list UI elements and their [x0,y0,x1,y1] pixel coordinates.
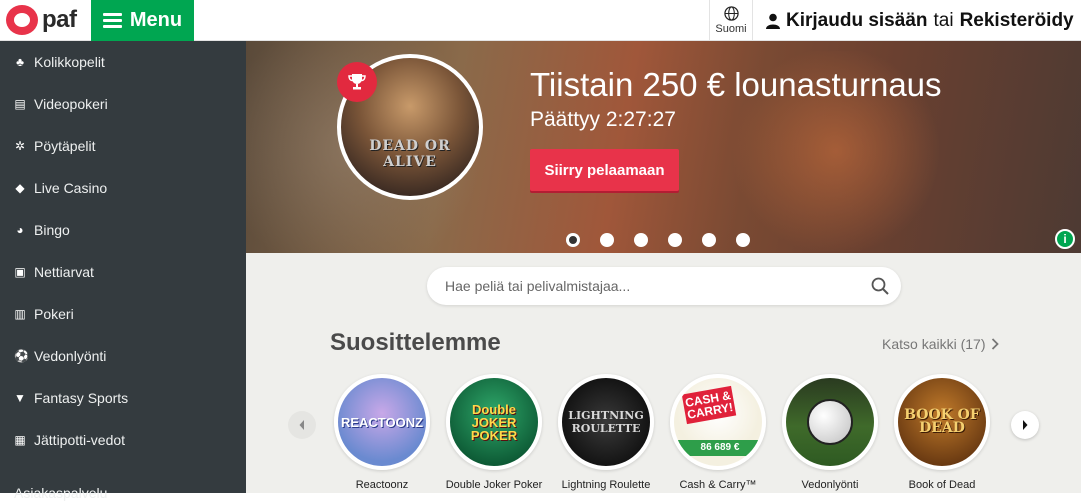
info-icon[interactable]: i [1055,229,1075,249]
game-thumbnail: LIGHTNING ROULETTE [558,374,654,470]
sidebar-item-label: Bingo [34,222,70,238]
sidebar: ♣ Kolikkopelit ▤ Videopokeri ✲ Pöytäpelit ◆… [0,41,246,501]
play-now-button[interactable]: Siirry pelaamaan [530,149,679,191]
poker-cards-icon: ▥ [14,307,26,321]
sidebar-item-poytapelit[interactable]: ✲ Pöytäpelit [0,125,246,167]
logo-text: paf [42,6,77,33]
game-art-text: Double JOKER POKER [470,401,518,443]
game-art-text: BOOK OF DEAD [904,407,980,436]
login-link[interactable]: Kirjaudu sisään [786,10,928,32]
sidebar-item-asiakaspalvelu[interactable]: Asiakaspalvelu [14,485,107,501]
game-thumbnail: REACTOONZ [334,374,430,470]
jackpot-amount: 86 689 € [674,440,762,456]
game-art-text: REACTOONZ [340,414,424,430]
login-register: Kirjaudu sisään tai Rekisteröidy [766,0,1074,41]
game-name: Cash & Carry™ [679,479,757,491]
game-name: Reactoonz [355,479,409,491]
paf-logo-mark [6,5,38,35]
paf-logo[interactable]: paf [6,5,77,35]
top-bar: paf Menu Suomi Kirjaudu sisään tai Rekis… [0,0,1081,41]
game-thumbnail [782,374,878,470]
hero-countdown: Päättyy 2:27:27 [530,108,676,131]
see-all-label: Katso kaikki (17) [882,336,986,352]
sidebar-item-label: Live Casino [34,180,108,196]
game-art-text: LIGHTNING ROULETTE [568,409,644,435]
sidebar-item-label: Nettiarvat [34,264,94,280]
see-all-link[interactable]: Katso kaikki (17) [882,336,1000,352]
sidebar-item-bingo[interactable]: ◕ Bingo [0,209,246,251]
chevron-left-icon [299,420,304,430]
carousel-dot-4[interactable] [668,233,682,247]
sidebar-item-kolikkopelit[interactable]: ♣ Kolikkopelit [0,41,246,83]
hero-game-art-text: DEAD OR ALIVE [369,138,451,170]
carousel-dot-1[interactable] [566,233,580,247]
hero-title: Tiistain 250 € lounasturnaus [530,66,942,103]
game-card-vedonlyonti[interactable]: Vedonlyönti [782,374,878,491]
chevron-right-icon [992,338,1000,350]
game-card-lightning-roulette[interactable]: LIGHTNING ROULETTE Lightning Roulette [558,374,654,491]
sidebar-item-jattipotti-vedot[interactable]: ▦ Jättipotti-vedot [0,419,246,461]
game-thumbnail: BOOK OF DEAD [894,374,990,470]
sidebar-item-videopokeri[interactable]: ▤ Videopokeri [0,83,246,125]
sidebar-item-vedonlyonti[interactable]: ⚽ Vedonlyönti [0,335,246,377]
game-name: Lightning Roulette [561,479,651,491]
sidebar-item-label: Pöytäpelit [34,138,96,154]
game-name: Book of Dead [908,479,976,491]
chip-icon: ✲ [14,139,26,153]
menu-label: Menu [129,9,183,31]
jackpot-ticket-icon: ▦ [14,433,26,447]
carousel-dot-2[interactable] [600,233,614,247]
hamburger-icon [102,13,122,28]
carousel-prev-button[interactable] [288,411,316,439]
game-card-cash-and-carry[interactable]: CASH & CARRY! 86 689 € Cash & Carry™ [670,374,766,491]
sidebar-item-label: Kolikkopelit [34,54,105,70]
sidebar-item-label: Vedonlyönti [34,348,107,364]
search-icon[interactable] [871,277,889,295]
menu-button[interactable]: Menu [91,0,194,41]
bingo-ball-icon: ◕ [16,223,24,237]
game-thumbnail: Double JOKER POKER [446,374,542,470]
hero-banner[interactable]: DEAD OR ALIVE Tiistain 250 € lounasturna… [246,41,1081,253]
register-link[interactable]: Rekisteröidy [960,10,1074,32]
language-label: Suomi [715,23,747,35]
carousel-dot-5[interactable] [702,233,716,247]
chevron-right-icon [1023,420,1028,430]
sidebar-item-label: Fantasy Sports [34,390,129,406]
search-input[interactable] [445,267,845,305]
football-icon: ⚽ [14,349,29,363]
cards-icon: ▤ [14,97,26,111]
user-icon [766,13,780,29]
or-text: tai [933,9,954,31]
sidebar-item-label: Jättipotti-vedot [34,432,126,448]
sidebar-item-nettiarvat[interactable]: ▣ Nettiarvat [0,251,246,293]
section-title: Suosittelemme [330,329,501,356]
sidebar-item-live-casino[interactable]: ◆ Live Casino [0,167,246,209]
carousel-dots [566,233,750,247]
football-icon [807,399,853,445]
sidebar-item-pokeri[interactable]: ▥ Pokeri [0,293,246,335]
game-card-book-of-dead[interactable]: BOOK OF DEAD Book of Dead [894,374,990,491]
carousel-dot-3[interactable] [634,233,648,247]
trophy-icon [337,62,377,102]
game-card-reactoonz[interactable]: REACTOONZ Reactoonz [334,374,430,491]
sidebar-item-label: Videopokeri [34,96,108,112]
main-content: Suosittelemme Katso kaikki (17) REACTOON… [246,253,1081,493]
game-name: Double Joker Poker [445,479,543,491]
game-search [427,267,901,305]
slot-icon: ♣ [16,55,24,69]
recommended-games: REACTOONZ Reactoonz Double JOKER POKER D… [334,374,990,491]
game-art-text: CASH & CARRY! [681,385,737,425]
game-card-double-joker-poker[interactable]: Double JOKER POKER Double Joker Poker [446,374,542,491]
carousel-next-button[interactable] [1011,411,1039,439]
ticket-icon: ▣ [14,265,26,279]
sidebar-item-label: Pokeri [34,306,74,322]
sidebar-item-fantasy-sports[interactable]: ▼ Fantasy Sports [0,377,246,419]
globe-icon [723,6,739,21]
dice-icon: ◆ [15,181,25,195]
game-name: Vedonlyönti [801,479,859,491]
language-selector[interactable]: Suomi [709,0,753,41]
carousel-dot-6[interactable] [736,233,750,247]
game-thumbnail: CASH & CARRY! 86 689 € [670,374,766,470]
jersey-icon: ▼ [14,391,26,405]
